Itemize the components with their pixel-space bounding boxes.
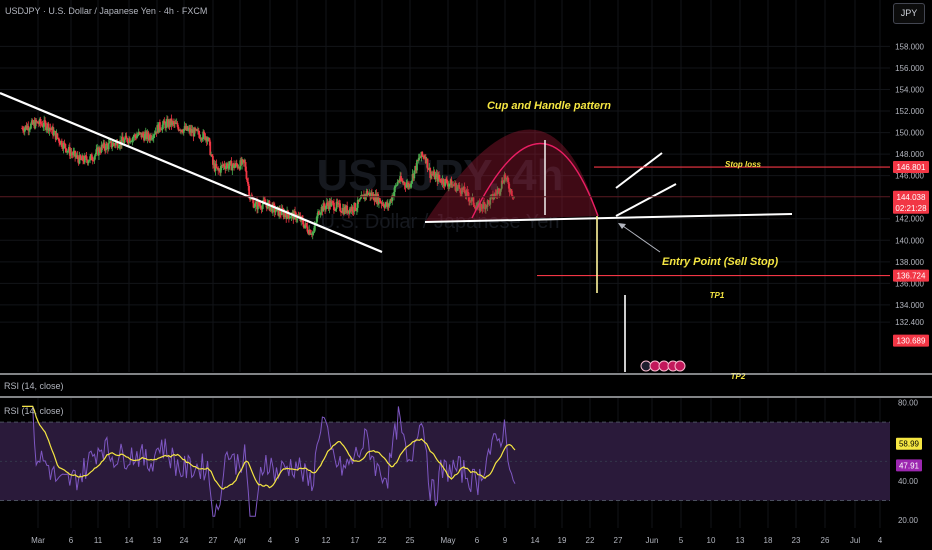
entry-point-label: Entry Point (Sell Stop)	[662, 256, 778, 268]
time-axis-tick-label: Apr	[234, 536, 247, 545]
time-axis-tick-label: 17	[351, 536, 360, 545]
candle-body	[354, 202, 357, 211]
time-axis-tick-label: 19	[153, 536, 162, 545]
price-axis-tick-label: 142.000	[895, 215, 924, 224]
candle-body	[56, 133, 59, 138]
time-axis-tick-label: 23	[792, 536, 801, 545]
chart-title: USDJPY · U.S. Dollar / Japanese Yen · 4h…	[5, 6, 208, 16]
time-axis-tick-label: Jun	[646, 536, 659, 545]
candle-body	[245, 170, 248, 179]
time-axis-tick-label: 24	[180, 536, 189, 545]
tp1-label: TP1	[710, 291, 725, 300]
rsi-pane[interactable]: 80.0060.0040.0020.0058.9947.91	[0, 399, 922, 526]
time-axis-tick-label: 6	[475, 536, 480, 545]
rsi-badge-label: 58.99	[899, 440, 920, 449]
rsi-axis-tick-label: 80.00	[898, 399, 919, 408]
price-badge-label: 130.689	[897, 337, 926, 346]
price-badge-label: 146.801	[897, 163, 926, 172]
price-axis-tick-label: 132.400	[895, 318, 924, 327]
time-axis-tick-label: 14	[531, 536, 540, 545]
time-axis-tick-label: 11	[94, 536, 103, 545]
rsi-axis-tick-label: 40.00	[898, 477, 919, 486]
price-axis-tick-label: 154.000	[895, 86, 924, 95]
candle-body	[351, 206, 354, 212]
time-axis-tick-label: 27	[209, 536, 218, 545]
time-axis-tick-label: 9	[503, 536, 508, 545]
rsi-badge-label: 47.91	[899, 461, 920, 470]
price-badge-label: 02:21:28	[895, 204, 927, 213]
currency-button[interactable]: JPY	[893, 3, 925, 24]
time-axis-tick-label: May	[440, 536, 455, 545]
candle-body	[416, 160, 418, 171]
pattern-title-label: Cup and Handle pattern	[487, 100, 611, 112]
time-axis-tick-label: 22	[378, 536, 387, 545]
candle-body	[274, 211, 277, 213]
candle-body	[215, 163, 218, 168]
time-axis-tick-label: 19	[558, 536, 567, 545]
price-badge-label: 144.038	[897, 193, 926, 202]
time-axis-tick-label: 26	[821, 536, 830, 545]
time-axis-tick-label: 25	[406, 536, 415, 545]
price-axis-tick-label: 158.000	[895, 42, 924, 51]
price-axis-tick-label: 156.000	[895, 64, 924, 73]
time-axis-tick-label: 4	[268, 536, 273, 545]
candle-body	[248, 185, 251, 197]
candle-body	[359, 198, 362, 200]
candle-body	[254, 203, 257, 207]
rsi-label-collapsed: RSI (14, close)	[4, 381, 64, 391]
candle-body	[107, 143, 110, 150]
time-axis-tick-label: 22	[586, 536, 595, 545]
time-axis-tick-label: 6	[69, 536, 74, 545]
price-axis-tick-label: 138.000	[895, 258, 924, 267]
time-axis-tick-label: 12	[322, 536, 331, 545]
event-marker-icon	[674, 360, 686, 372]
time-axis-tick-label: 13	[736, 536, 745, 545]
price-axis-tick-label: 150.000	[895, 129, 924, 138]
chart-canvas[interactable]: USDJPY, 4h U.S. Dollar / Japanese Yen Cu…	[0, 0, 932, 550]
rsi-label: RSI (14, close)	[4, 406, 64, 416]
time-axis-tick-label: 27	[614, 536, 623, 545]
price-axis-tick-label: 140.000	[895, 236, 924, 245]
candle-body	[426, 158, 429, 169]
rsi-axis-tick-label: 20.00	[898, 516, 919, 525]
candle-body	[228, 161, 231, 166]
price-badge-label: 136.724	[897, 272, 926, 281]
time-axis-tick-label: 18	[764, 536, 773, 545]
price-axis-tick-label: 148.000	[895, 150, 924, 159]
price-axis-tick-label: 152.000	[895, 107, 924, 116]
price-axis-tick-label: 134.000	[895, 301, 924, 310]
candle-body	[64, 143, 67, 149]
time-axis[interactable]: Mar 6 11 14 19 24 27 Apr 4 9 12 17 22 25 May 6 9 14 19 22 27…	[31, 536, 883, 545]
time-axis-tick-label: Jul	[850, 536, 860, 545]
time-axis-tick-label: 14	[125, 536, 134, 545]
price-axis[interactable]: 158.000 156.000 154.000 152.000 150.000 148.0…	[893, 42, 929, 347]
time-axis-tick-label: 5	[679, 536, 684, 545]
candle-body	[53, 131, 55, 136]
time-axis-tick-label: 9	[295, 536, 300, 545]
stop-loss-label: Stop loss	[725, 160, 762, 169]
time-axis-tick-label: 10	[707, 536, 716, 545]
time-axis-tick-label: 4	[878, 536, 883, 545]
time-axis-tick-label: Mar	[31, 536, 45, 545]
tp2-label: TP2	[731, 372, 746, 381]
